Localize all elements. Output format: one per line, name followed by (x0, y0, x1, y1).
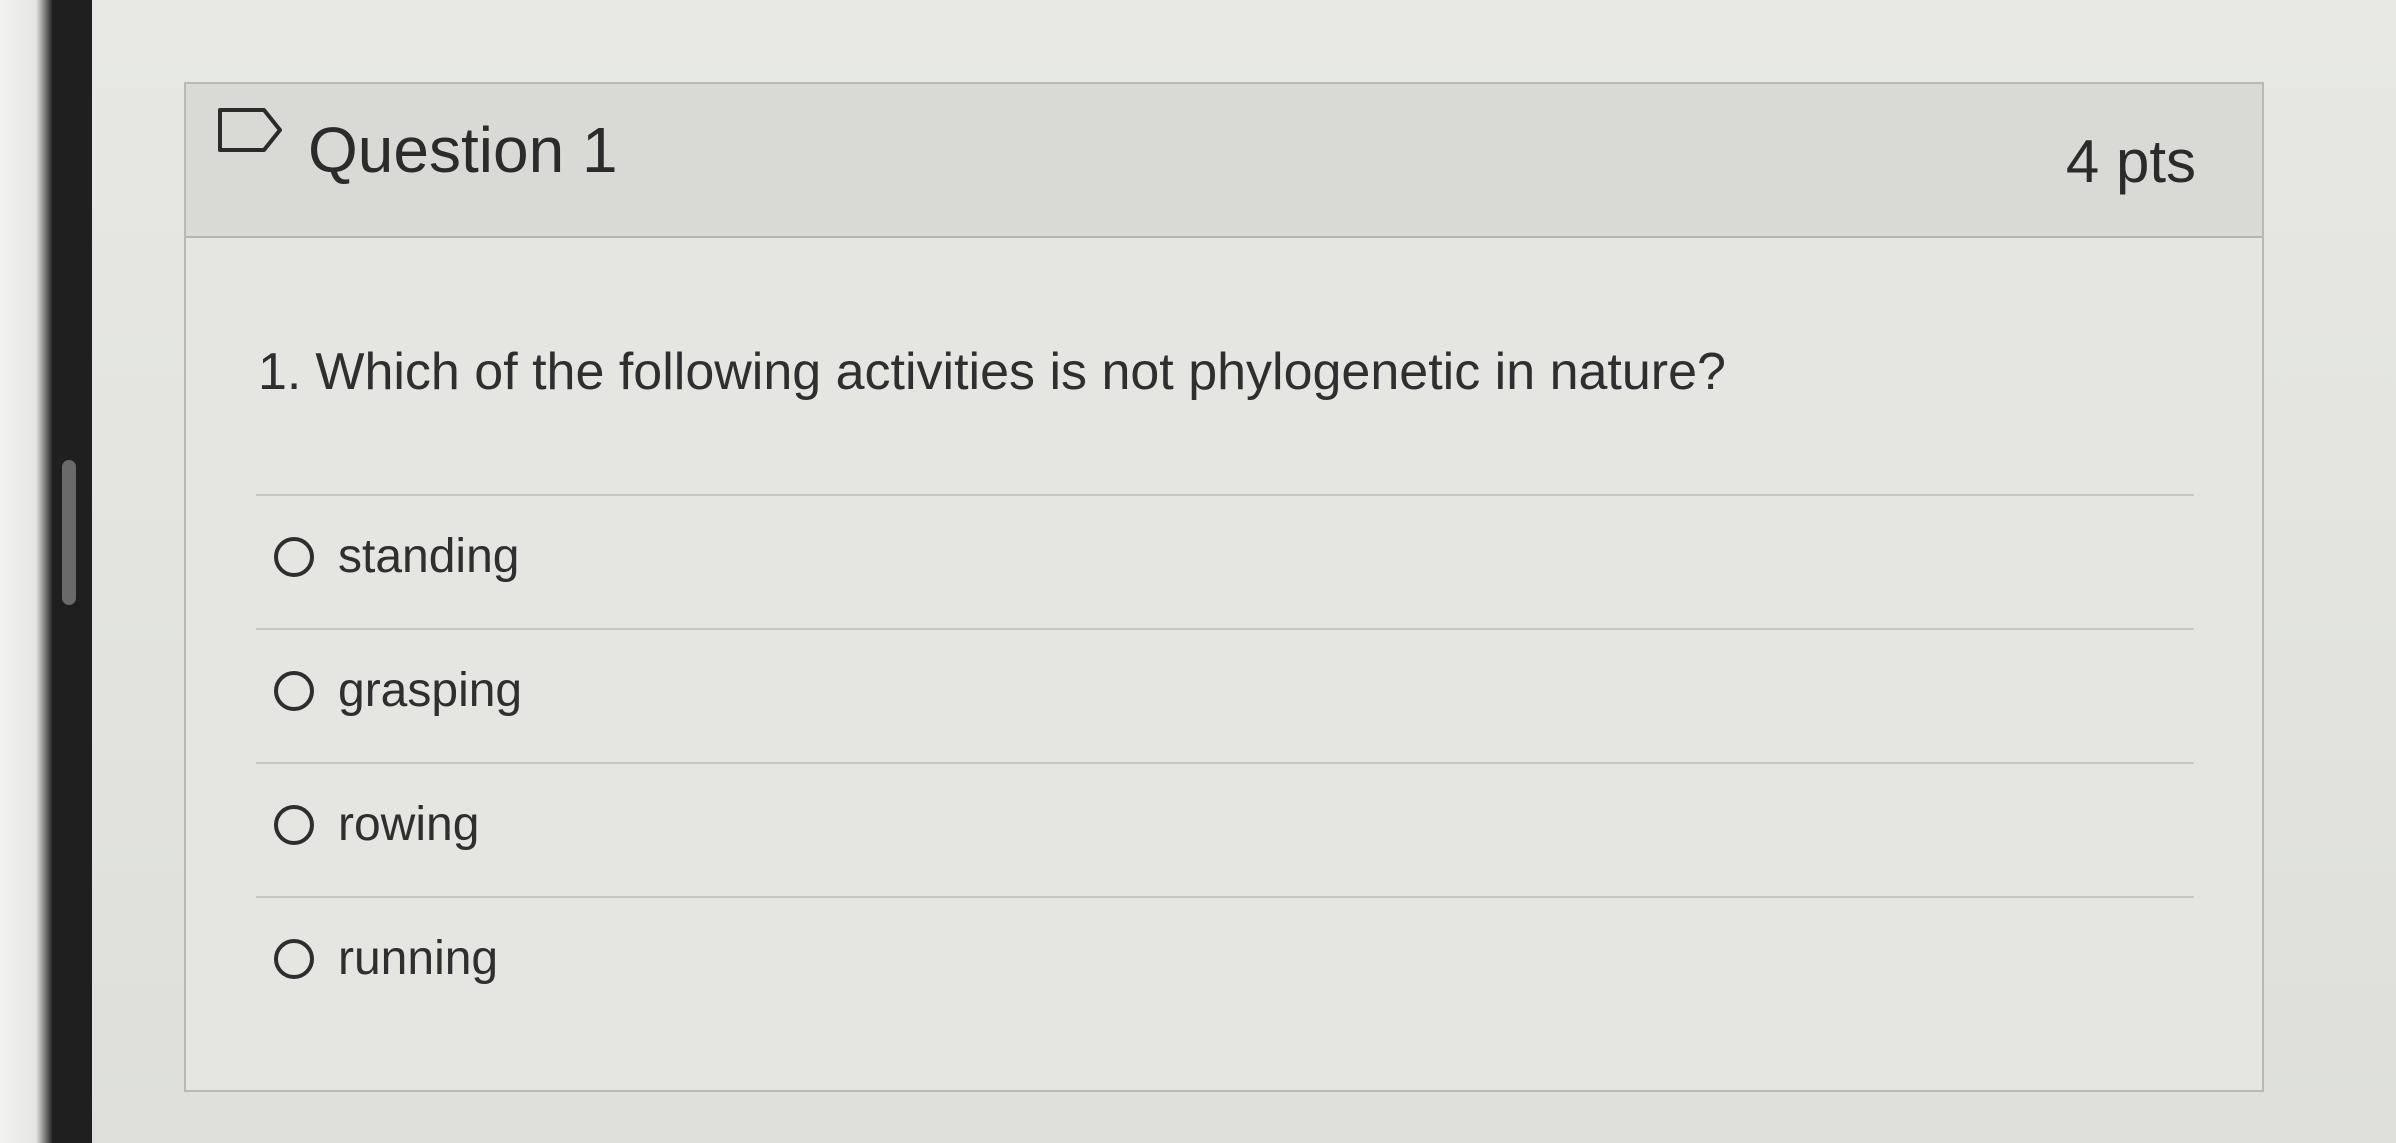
question-text-block: 1. Which of the following activities is n… (258, 346, 1726, 398)
question-card: Question 1 4 pts 1. Which of the followin… (184, 82, 2264, 1092)
question-title: Question 1 (308, 114, 618, 186)
answer-option[interactable]: rowing (274, 790, 479, 860)
answer-option[interactable]: grasping (274, 656, 522, 726)
question-prompt: Which of the following activities is not… (315, 343, 1726, 401)
answer-option[interactable]: standing (274, 522, 519, 592)
device-edge (0, 0, 56, 1143)
divider (256, 762, 2194, 764)
radio-button[interactable] (274, 537, 314, 577)
flag-icon[interactable] (216, 106, 286, 154)
question-number: 1. (258, 343, 302, 401)
divider (256, 494, 2194, 496)
radio-button[interactable] (274, 939, 314, 979)
answer-label: rowing (338, 798, 480, 851)
answer-label: running (338, 932, 499, 985)
divider (256, 628, 2194, 630)
scrollbar-handle[interactable] (62, 460, 76, 605)
radio-button[interactable] (274, 671, 314, 711)
divider (256, 896, 2194, 898)
answer-label: standing (338, 530, 520, 583)
question-points: 4 pts (2065, 128, 2196, 195)
answer-option[interactable]: running (274, 924, 498, 994)
answer-label: grasping (338, 664, 523, 717)
question-header: Question 1 4 pts (186, 84, 2262, 238)
radio-button[interactable] (274, 805, 314, 845)
